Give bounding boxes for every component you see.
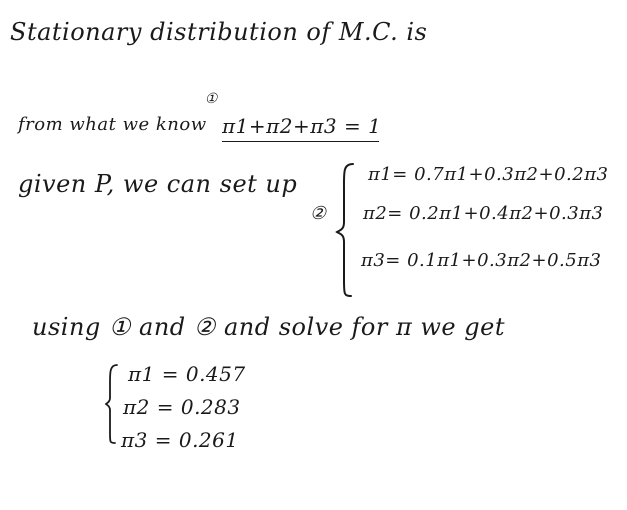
result-pi3: π3 = 0.261 [121, 428, 239, 452]
result-pi1: π1 = 0.457 [128, 362, 246, 386]
heading-text: Stationary distribution of M.C. is [10, 18, 428, 46]
equation-marker-2: ② [309, 203, 327, 224]
system-equation-2: π2= 0.2π1+0.4π2+0.3π3 [363, 203, 604, 224]
equation-marker-1: ① [204, 91, 218, 107]
constraint-label: from what we know [18, 114, 207, 135]
result-pi2: π2 = 0.283 [123, 395, 241, 419]
system-brace [335, 163, 354, 297]
results-brace [104, 364, 118, 444]
solve-statement: using ① and ② and solve for π we get [32, 313, 505, 341]
system-equation-1: π1= 0.7π1+0.3π2+0.2π3 [368, 164, 609, 185]
constraint-equation: π1+π2+π3 = 1 [222, 114, 382, 138]
constraint-underline [222, 141, 379, 142]
system-label: given P, we can set up [18, 170, 298, 198]
system-equation-3: π3= 0.1π1+0.3π2+0.5π3 [361, 250, 602, 271]
handwritten-notes-page: { "heading": "Stationary distribution of… [0, 0, 627, 510]
